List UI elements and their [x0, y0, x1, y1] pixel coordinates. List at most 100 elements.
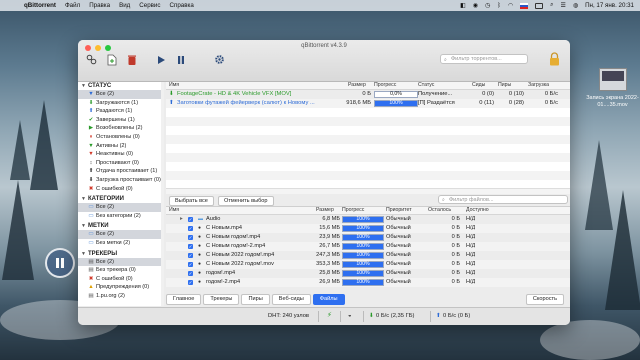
files-column-progress[interactable]: Прогресс	[342, 207, 364, 214]
column-seeds[interactable]: Сиды	[472, 82, 485, 89]
file-priority[interactable]: Обычный	[386, 278, 411, 287]
file-checkbox[interactable]: ✓	[188, 280, 193, 285]
file-row[interactable]: ✓ ● С Новым годом!.mp4 23,9 МБ 100% Обычный 0 …	[166, 233, 570, 242]
menu-view[interactable]: Вид	[119, 2, 130, 9]
siri-icon[interactable]: ◍	[573, 2, 578, 9]
options-button[interactable]	[213, 53, 226, 66]
file-priority[interactable]: Обычный	[386, 224, 411, 233]
column-name[interactable]: Имя	[169, 82, 179, 89]
file-filter-input[interactable]: ⌕ Фильтр файлов...	[438, 195, 568, 204]
sidebar-scrollbar[interactable]	[161, 82, 164, 306]
control-center-icon[interactable]: ☰	[560, 2, 565, 9]
menu-clock[interactable]: Пн, 17 янв. 20:31	[585, 2, 634, 9]
column-peers[interactable]: Пиры	[498, 82, 511, 89]
status-menu-icon[interactable]: ◧	[460, 2, 466, 9]
connection-status-icon[interactable]: ⚡	[327, 311, 332, 319]
sidebar-tracker-item[interactable]: ▤ Все (2)	[78, 257, 162, 267]
speed-limit-icon[interactable]: ◒	[348, 313, 352, 319]
flag-icon[interactable]	[520, 2, 529, 9]
file-priority[interactable]: Обычный	[386, 215, 411, 224]
file-checkbox[interactable]: ✓	[188, 253, 193, 258]
add-torrent-button[interactable]	[105, 53, 118, 66]
files-column-size[interactable]: Размер	[316, 207, 334, 214]
sidebar-category-item[interactable]: ▭ Все (2)	[78, 203, 162, 212]
torrent-row[interactable]: ⬇ FootageCrate - HD & 4K Vehicle VFX [MOV…	[166, 90, 570, 99]
screen-recording-file-icon[interactable]	[599, 68, 627, 91]
expand-arrow-icon[interactable]: ▸	[180, 215, 183, 224]
sidebar-status-item[interactable]: ▼ Неактивны (0)	[78, 150, 162, 159]
status-section-header[interactable]: ▼ СТАТУС	[78, 82, 162, 90]
screen-recorder-button[interactable]	[45, 248, 75, 278]
menu-app-name[interactable]: qBittorrent	[24, 2, 56, 9]
sidebar-status-item[interactable]: ⬆ Раздаются (1)	[78, 107, 162, 116]
sidebar-tracker-item[interactable]: ▲ Предупреждения (0)	[78, 283, 162, 292]
file-checkbox[interactable]: ✓	[188, 262, 193, 267]
speed-button[interactable]: Скорость	[525, 294, 564, 305]
menu-edit[interactable]: Правка	[89, 2, 110, 9]
sidebar-tag-item[interactable]: ▭ Без метки (2)	[78, 239, 162, 248]
sidebar-tracker-item[interactable]: ▤ 1.pu.org (2)	[78, 292, 162, 301]
menu-help[interactable]: Справка	[170, 2, 194, 9]
column-size[interactable]: Размер	[348, 82, 366, 89]
files-column-name[interactable]: Имя	[169, 207, 179, 214]
file-priority[interactable]: Обычный	[386, 251, 411, 260]
pause-button[interactable]	[174, 53, 187, 66]
menu-file[interactable]: Файл	[65, 2, 80, 9]
trackers-section-header[interactable]: ▼ ТРЕКЕРЫ	[78, 250, 162, 258]
file-checkbox[interactable]: ✓	[188, 235, 193, 240]
file-checkbox[interactable]: ✓	[188, 217, 193, 222]
column-download[interactable]: Загрузка	[528, 82, 549, 89]
sidebar-tracker-item[interactable]: ▤ Без трекера (0)	[78, 266, 162, 275]
select-all-button[interactable]: Выбрать все	[169, 196, 214, 206]
battery-icon[interactable]	[535, 2, 544, 9]
file-row[interactable]: ✓ ● годом!-2.mp4 26,9 МБ 100% Обычный 0 Б Н/Д	[166, 278, 570, 287]
categories-section-header[interactable]: ▼ КАТЕГОРИИ	[78, 195, 162, 203]
sidebar-status-item[interactable]: ⬆ Отдача простаивает (1)	[78, 167, 162, 176]
sidebar-status-item[interactable]: ⬇ Загрузка простаивает (0)	[78, 176, 162, 185]
add-link-button[interactable]	[85, 53, 98, 66]
resume-button[interactable]	[154, 53, 167, 66]
sidebar-status-item[interactable]: ✖ С ошибкой (0)	[78, 185, 162, 194]
wifi-icon[interactable]: ◠	[508, 2, 513, 9]
sidebar-status-item[interactable]: ▶ Возобновлены (2)	[78, 124, 162, 133]
file-checkbox[interactable]: ✓	[188, 226, 193, 231]
sidebar-status-item[interactable]: ⏸ Остановлены (0)	[78, 133, 162, 142]
file-priority[interactable]: Обычный	[386, 260, 411, 269]
sidebar-status-item[interactable]: ↕ Простаивают (0)	[78, 159, 162, 168]
sidebar-status-item[interactable]: ✔ Завершены (1)	[78, 116, 162, 125]
tab-peers[interactable]: Пиры	[241, 294, 270, 305]
file-row[interactable]: ✓ ● С Новым 2022 годом!.mp4 247,3 МБ 100% Обы…	[166, 251, 570, 260]
files-column-priority[interactable]: Приоритет	[386, 207, 412, 214]
tab-general[interactable]: Главное	[166, 294, 202, 305]
sidebar-tracker-item[interactable]: ✖ С ошибкой (0)	[78, 275, 162, 284]
menu-tools[interactable]: Сервис	[139, 2, 160, 9]
torrent-row[interactable]: ⬆ Заготовки футажей фейерверк (салют) к Н…	[166, 99, 570, 108]
torrent-filter-input[interactable]: ⌕ Фильтр торрентов...	[440, 54, 528, 64]
files-column-remaining[interactable]: Осталось	[428, 207, 451, 214]
file-row[interactable]: ✓ ● С Новым 2022 годом!.mov 353,3 МБ 100% Обы…	[166, 260, 570, 269]
lock-icon[interactable]	[549, 52, 560, 66]
column-status[interactable]: Статус	[418, 82, 434, 89]
tab-trackers[interactable]: Трекеры	[203, 294, 240, 305]
file-row[interactable]: ✓ ● С Новым годом!-2.mp4 26,7 МБ 100% Обычный…	[166, 242, 570, 251]
file-priority[interactable]: Обычный	[386, 233, 411, 242]
file-priority[interactable]: Обычный	[386, 269, 411, 278]
tags-section-header[interactable]: ▼ МЕТКИ	[78, 222, 162, 230]
tab-web-seeds[interactable]: Веб-сиды	[271, 294, 311, 305]
file-row[interactable]: ✓ ● годом!.mp4 25,8 МБ 100% Обычный 0 Б Н/Д	[166, 269, 570, 278]
column-progress[interactable]: Прогресс	[374, 82, 396, 89]
control-icon[interactable]: ◉	[473, 2, 478, 9]
file-row[interactable]: ▸ ✓ ▬ Audio 6,8 МБ 100% Обычный 0 Б Н/Д	[166, 215, 570, 224]
file-row[interactable]: ✓ ● С Новым.mp4 15,6 МБ 100% Обычный 0 Б Н/Д	[166, 224, 570, 233]
bluetooth-icon[interactable]: ᛒ	[497, 3, 501, 9]
sidebar-status-item[interactable]: ▼ Активны (2)	[78, 142, 162, 151]
sidebar-status-item[interactable]: ⬇ Загружаются (1)	[78, 99, 162, 108]
search-icon[interactable]: ⌕	[550, 2, 553, 9]
deselect-button[interactable]: Отменить выбор	[218, 196, 274, 206]
clock-icon[interactable]: ◷	[485, 2, 490, 9]
sidebar-status-item[interactable]: ▼ Все (2)	[78, 90, 162, 99]
files-column-available[interactable]: Доступно	[466, 207, 489, 214]
apple-icon[interactable]	[8, 2, 15, 10]
sidebar-category-item[interactable]: ▭ Без категории (2)	[78, 212, 162, 221]
file-checkbox[interactable]: ✓	[188, 244, 193, 249]
